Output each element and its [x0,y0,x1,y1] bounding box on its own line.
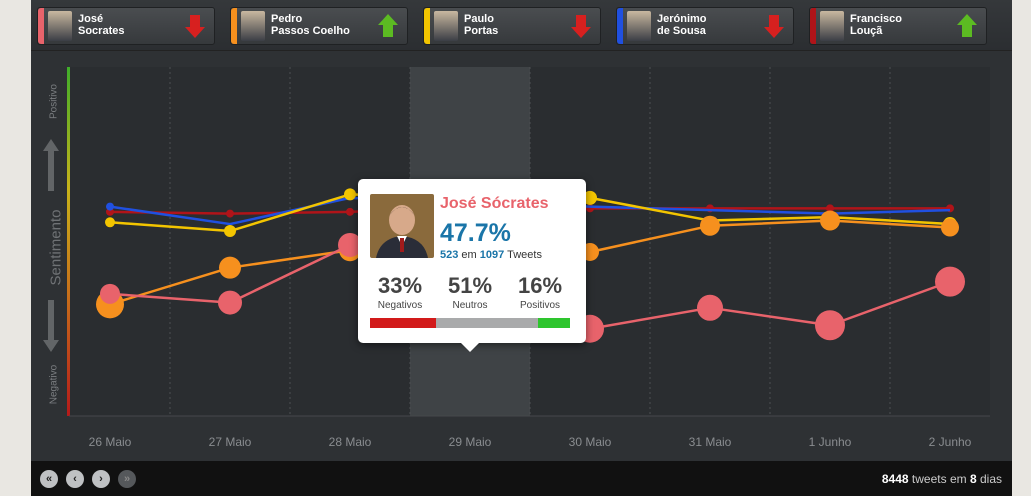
candidate-color-stripe [38,8,44,44]
tooltip-negative-stat: 33% Negativos [377,273,423,311]
tooltip-popup: José Sócrates 47.7% 523 em 1097 Tweets 3… [358,179,586,352]
trend-up-arrow-icon [378,14,398,37]
arrow-down-icon [43,300,59,352]
tooltip-percentage: 47.7% [440,219,511,247]
data-point [100,283,120,304]
data-point [226,209,234,218]
candidate-card-passos-coelho[interactable]: Pedro Passos Coelho [230,7,408,45]
x-tick-label: 31 Maio [689,435,732,449]
candidate-name: Jerónimo de Sousa [657,13,707,37]
candidate-name: Pedro Passos Coelho [271,13,350,37]
candidate-name: Paulo Portas [464,13,499,37]
app-window: José Socrates Pedro Passos Coelho Paulo Por… [31,0,1012,496]
candidate-color-stripe [424,8,430,44]
x-tick-label: 28 Maio [329,435,372,449]
sentiment-bar-negative [370,318,436,328]
candidate-name: José Socrates [78,13,125,37]
candidate-card-jeronimo[interactable]: Jerónimo de Sousa [616,7,794,45]
axis-negative-label: Negativo [48,364,60,405]
candidate-card-socrates[interactable]: José Socrates [37,7,215,45]
sentiment-gradient-axis [67,67,70,416]
data-point [344,188,356,201]
candidate-photo-icon [241,11,265,41]
candidate-bar: José Socrates Pedro Passos Coelho Paulo Por… [31,0,1012,51]
x-tick-label: 30 Maio [569,435,612,449]
x-tick-label: 29 Maio [449,435,492,449]
data-point [697,294,723,321]
data-point [935,266,965,297]
data-point [105,217,115,228]
candidate-color-stripe [617,8,623,44]
candidate-color-stripe [231,8,237,44]
sentiment-chart-area: 26 Maio 27 Maio 28 Maio 29 Maio 30 Maio 31 Ma… [31,51,1012,461]
sentiment-bar-positive [538,318,570,328]
data-point [941,218,959,237]
first-page-button[interactable]: « [40,470,58,488]
tooltip-tweet-count: 523 em 1097 Tweets [440,249,542,261]
candidate-photo-icon [820,11,844,41]
data-point [700,215,720,236]
previous-button[interactable]: ‹ [66,470,84,488]
sentiment-bar-neutral [436,318,538,328]
tooltip-candidate-name: José Sócrates [440,195,549,212]
data-point [224,225,236,238]
data-point [106,202,114,211]
candidate-color-stripe [810,8,816,44]
last-page-button[interactable]: » [118,470,136,488]
trend-down-arrow-icon [764,15,784,38]
candidate-photo-icon [48,11,72,41]
trend-up-arrow-icon [957,14,977,37]
candidate-photo-icon [434,11,458,41]
data-point [219,256,241,279]
x-tick-label: 26 Maio [89,435,132,449]
data-point [218,290,242,315]
axis-sentiment-label: Sentimento [47,209,65,286]
next-button[interactable]: › [92,470,110,488]
trend-down-arrow-icon [571,15,591,38]
x-tick-label: 1 Junho [809,435,852,449]
footer-bar: « ‹ › » 8448 tweets em 8 dias [31,461,1012,496]
tooltip-photo-icon [370,194,434,258]
data-point [346,207,354,216]
candidate-card-louca[interactable]: Francisco Louçã [809,7,987,45]
tooltip-sentiment-bar [370,318,570,328]
trend-down-arrow-icon [185,15,205,38]
data-point [815,310,845,341]
candidate-photo-icon [627,11,651,41]
axis-positive-label: Positivo [48,84,60,120]
arrow-up-icon [43,139,59,191]
data-point [820,210,840,231]
x-tick-label: 2 Junho [929,435,972,449]
x-tick-label: 27 Maio [209,435,252,449]
tweet-summary: 8448 tweets em 8 dias [881,472,1002,486]
tooltip-positive-stat: 16% Positivos [517,273,563,311]
candidate-card-portas[interactable]: Paulo Portas [423,7,601,45]
tooltip-neutral-stat: 51% Neutros [447,273,493,311]
candidate-name: Francisco Louçã [850,13,902,37]
